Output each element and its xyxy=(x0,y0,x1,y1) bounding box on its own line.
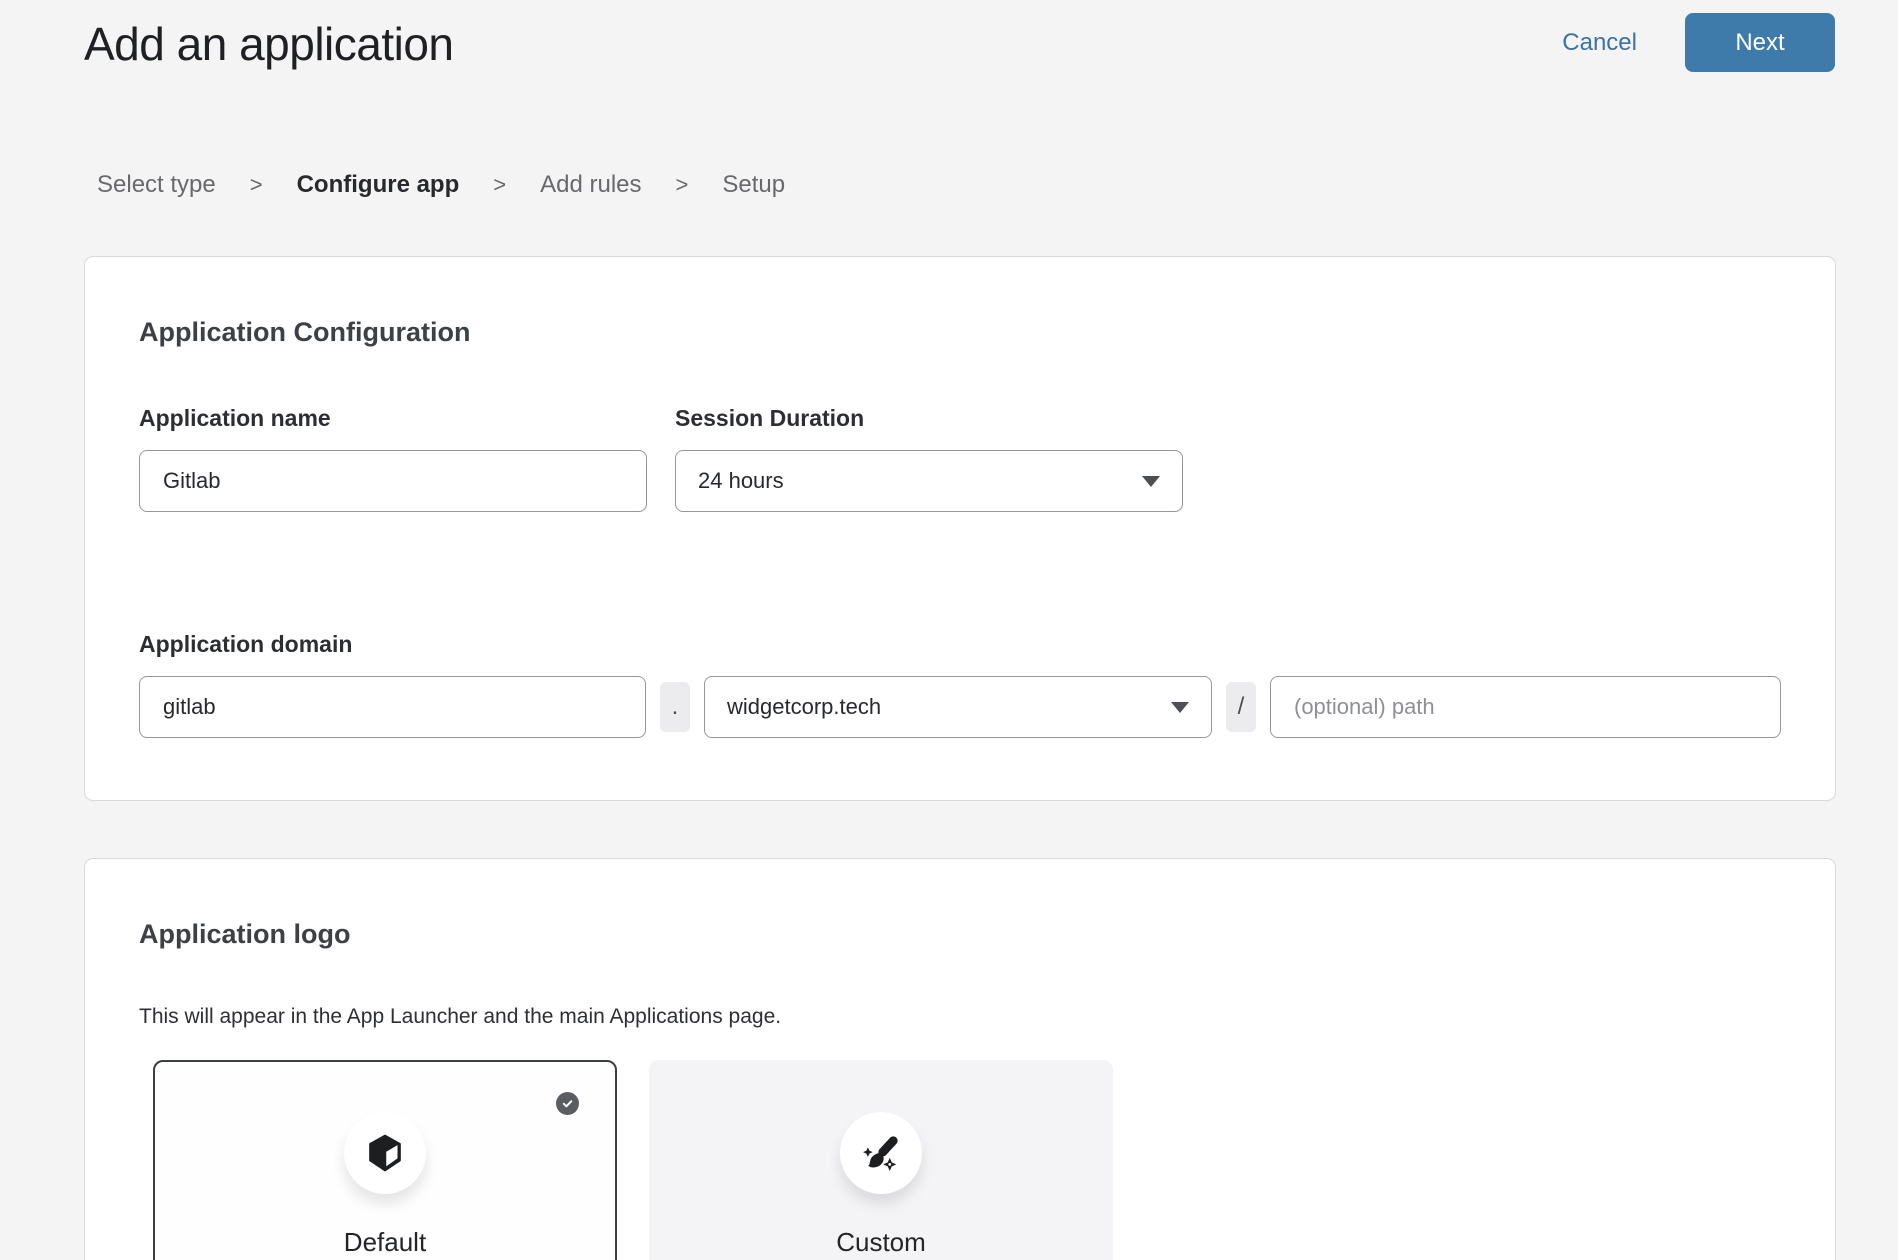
session-duration-field-group: Session Duration 24 hours xyxy=(675,404,1183,512)
session-duration-select[interactable]: 24 hours xyxy=(675,450,1183,512)
default-logo-circle xyxy=(344,1112,426,1194)
application-name-input[interactable] xyxy=(139,450,647,512)
logo-option-custom[interactable]: Custom xyxy=(649,1060,1113,1260)
subdomain-input[interactable] xyxy=(139,676,646,738)
logo-option-default[interactable]: Default xyxy=(153,1060,617,1260)
cube-icon xyxy=(365,1132,405,1174)
check-icon xyxy=(560,1096,575,1111)
logo-options: Default Custom xyxy=(153,1060,1781,1260)
page-title: Add an application xyxy=(84,13,454,75)
application-configuration-card: Application Configuration Application na… xyxy=(84,256,1836,801)
application-domain-label: Application domain xyxy=(139,630,1781,658)
domain-select[interactable]: widgetcorp.tech xyxy=(704,676,1212,738)
breadcrumb-step-setup[interactable]: Setup xyxy=(722,171,785,199)
session-duration-label: Session Duration xyxy=(675,404,1183,432)
logo-card-description: This will appear in the App Launcher and… xyxy=(139,1003,1781,1031)
breadcrumb-separator: > xyxy=(676,172,689,198)
chevron-down-icon xyxy=(1171,702,1189,713)
application-domain-row: . widgetcorp.tech / xyxy=(139,676,1781,738)
next-button[interactable]: Next xyxy=(1685,13,1835,72)
header-actions: Cancel Next xyxy=(1562,13,1835,72)
logo-option-label: Custom xyxy=(836,1227,926,1258)
breadcrumb-step-select-type[interactable]: Select type xyxy=(97,171,216,199)
application-logo-card: Application logo This will appear in the… xyxy=(84,858,1836,1260)
cancel-button[interactable]: Cancel xyxy=(1562,13,1637,72)
chevron-down-icon xyxy=(1142,476,1160,487)
breadcrumb: Select type > Configure app > Add rules … xyxy=(97,171,1898,199)
application-name-field-group: Application name xyxy=(139,404,647,512)
paintbrush-icon xyxy=(860,1132,902,1174)
breadcrumb-separator: > xyxy=(493,172,506,198)
logo-option-label: Default xyxy=(344,1227,426,1258)
logo-card-heading: Application logo xyxy=(139,917,1781,951)
custom-logo-circle xyxy=(840,1112,922,1194)
breadcrumb-step-configure-app[interactable]: Configure app xyxy=(297,171,460,199)
session-duration-selected-value: 24 hours xyxy=(698,468,784,494)
slash-separator: / xyxy=(1226,682,1256,732)
breadcrumb-step-add-rules[interactable]: Add rules xyxy=(540,171,641,199)
selected-check-badge xyxy=(556,1092,579,1115)
application-name-label: Application name xyxy=(139,404,647,432)
breadcrumb-separator: > xyxy=(250,172,263,198)
path-input[interactable] xyxy=(1270,676,1781,738)
dot-separator: . xyxy=(660,682,690,732)
configuration-card-heading: Application Configuration xyxy=(139,315,1781,349)
page-header: Add an application Cancel Next xyxy=(0,0,1898,75)
domain-selected-value: widgetcorp.tech xyxy=(727,694,881,720)
